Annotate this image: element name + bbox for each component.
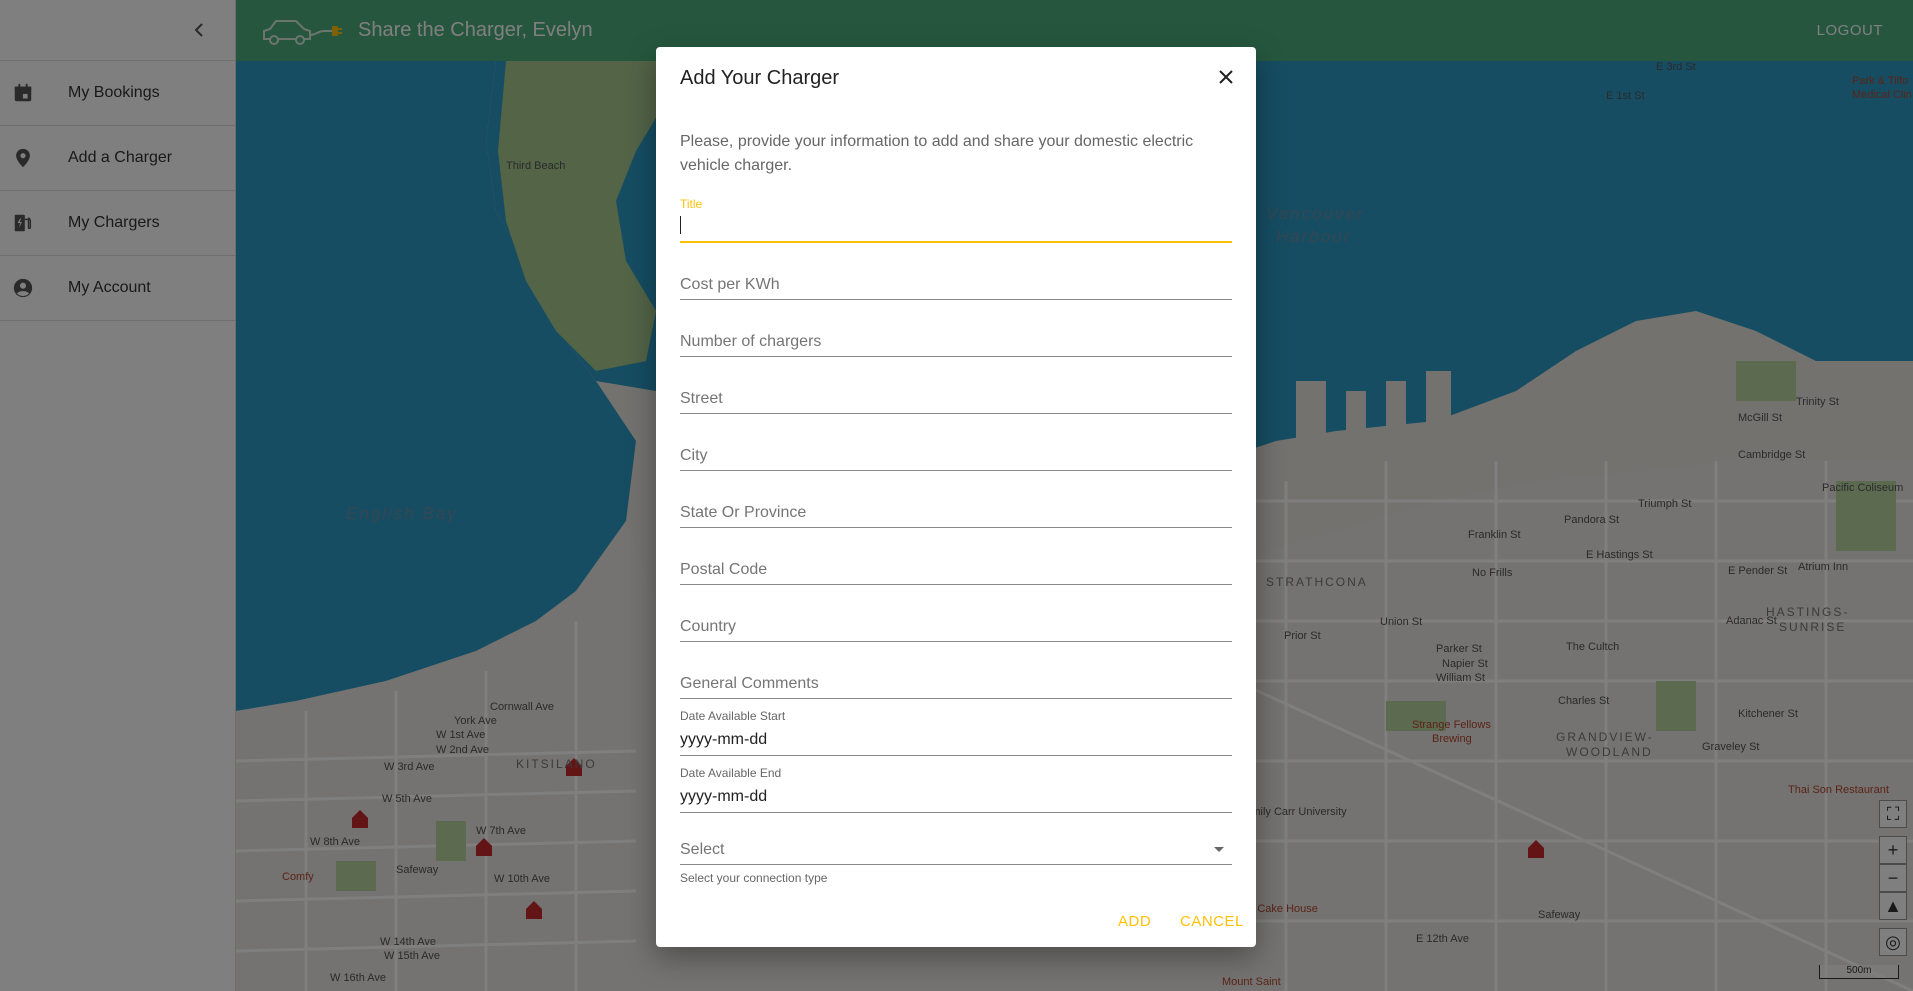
field-placeholder: Country — [680, 618, 737, 635]
field-placeholder: Number of chargers — [680, 333, 822, 350]
street-field[interactable]: Street — [680, 367, 1232, 414]
title-label: Title — [680, 197, 703, 211]
general-comments-field[interactable]: General Comments — [680, 652, 1232, 699]
field-placeholder: Street — [680, 390, 723, 407]
number-of-chargers-field[interactable]: Number of chargers — [680, 310, 1232, 357]
city-field[interactable]: City — [680, 424, 1232, 471]
cost-per-kwh-field[interactable]: Cost per KWh — [680, 253, 1232, 300]
field-placeholder: City — [680, 447, 708, 464]
select-placeholder: Select — [680, 841, 725, 858]
dialog-description: Please, provide your information to add … — [680, 133, 1194, 174]
date-end-label: Date Available End — [680, 766, 782, 780]
field-placeholder: Cost per KWh — [680, 276, 780, 293]
add-button[interactable]: ADD — [1110, 907, 1159, 936]
date-start-value: yyyy-mm-dd — [680, 731, 768, 748]
date-available-start-field[interactable]: Date Available Start yyyy-mm-dd — [680, 709, 1232, 756]
field-placeholder: General Comments — [680, 675, 819, 692]
dropdown-arrow-icon — [1214, 847, 1224, 852]
state-or-province-field[interactable]: State Or Province — [680, 481, 1232, 528]
title-field[interactable]: Title — [680, 197, 1232, 243]
country-field[interactable]: Country — [680, 595, 1232, 642]
add-charger-dialog: Add Your Charger Please, provide your in… — [656, 47, 1256, 947]
postal-code-field[interactable]: Postal Code — [680, 538, 1232, 585]
close-icon[interactable] — [1212, 63, 1240, 91]
date-start-label: Date Available Start — [680, 709, 786, 723]
cancel-button[interactable]: CANCEL — [1172, 907, 1252, 936]
dialog-title: Add Your Charger — [680, 67, 840, 89]
text-caret — [680, 216, 681, 234]
field-placeholder: Postal Code — [680, 561, 768, 578]
select-helper-text: Select your connection type — [680, 871, 828, 885]
date-end-value: yyyy-mm-dd — [680, 788, 768, 805]
field-placeholder: State Or Province — [680, 504, 807, 521]
connection-type-select[interactable]: Select — [680, 823, 1232, 865]
date-available-end-field[interactable]: Date Available End yyyy-mm-dd — [680, 766, 1232, 813]
